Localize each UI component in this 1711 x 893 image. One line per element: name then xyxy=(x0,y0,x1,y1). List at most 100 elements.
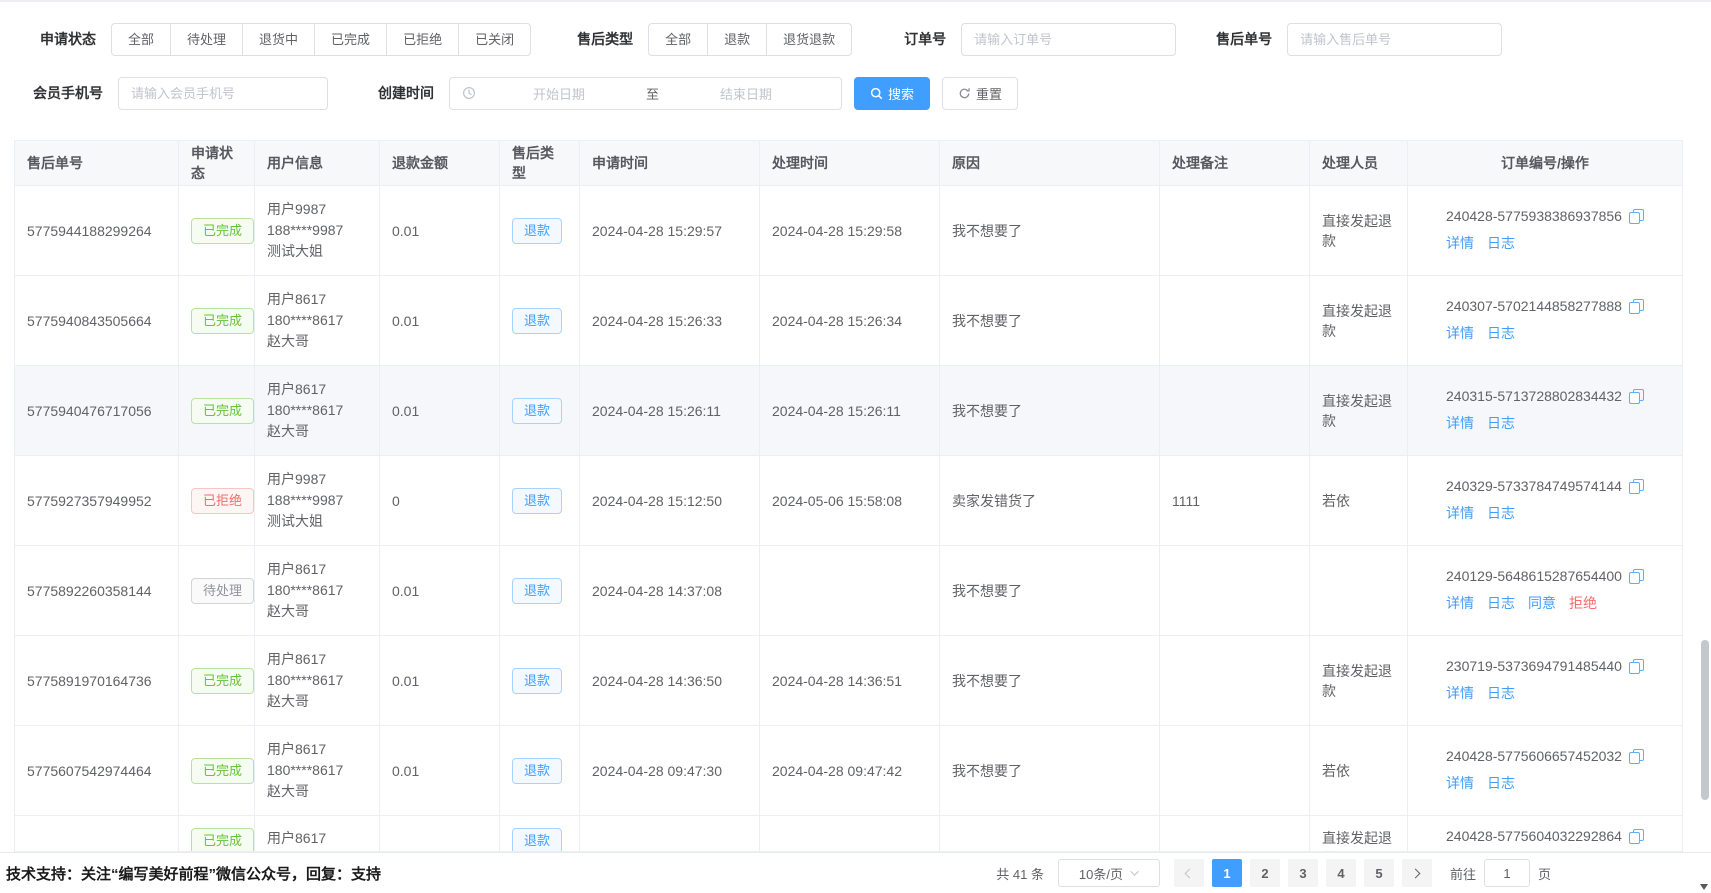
handle-remark xyxy=(1160,636,1310,726)
type-filter-option[interactable]: 退货退款 xyxy=(766,23,852,56)
apply-time: 2024-04-28 15:12:50 xyxy=(580,456,760,546)
order-no: 240315-5713728802834432 xyxy=(1446,388,1622,404)
copy-icon[interactable] xyxy=(1629,749,1644,764)
reset-button[interactable]: 重置 xyxy=(942,77,1018,110)
column-header: 售后单号 xyxy=(15,141,179,186)
order-no-filter: 订单号 xyxy=(904,23,1176,56)
aftersale-no-input[interactable] xyxy=(1287,23,1502,56)
prev-page-button[interactable] xyxy=(1174,859,1204,887)
action-link-详情[interactable]: 详情 xyxy=(1446,683,1474,703)
end-date-input[interactable]: 结束日期 xyxy=(663,84,829,103)
aftersale-no-filter: 售后单号 xyxy=(1216,23,1502,56)
apply-time: 2024-04-28 09:47:30 xyxy=(580,726,760,816)
page-number-list: 12345 xyxy=(1208,859,1398,887)
user-info-line: 180****8617 xyxy=(267,670,343,691)
type-filter-option[interactable]: 全部 xyxy=(648,23,708,56)
apply-time xyxy=(580,816,760,852)
created-time-filter: 创建时间 开始日期 至 结束日期 xyxy=(378,77,842,110)
action-link-日志[interactable]: 日志 xyxy=(1487,413,1515,433)
action-link-详情[interactable]: 详情 xyxy=(1446,593,1474,613)
refund-amount: 0.01 xyxy=(380,276,500,366)
aftersale-no: 5775940843505664 xyxy=(15,276,179,366)
status-badge: 已完成 xyxy=(191,308,254,334)
date-range-picker[interactable]: 开始日期 至 结束日期 xyxy=(449,77,842,110)
action-link-日志[interactable]: 日志 xyxy=(1487,323,1515,343)
status-filter-option[interactable]: 已完成 xyxy=(314,23,387,56)
page-number-button[interactable]: 5 xyxy=(1364,859,1394,887)
vertical-scrollbar[interactable] xyxy=(1698,0,1711,893)
copy-icon[interactable] xyxy=(1629,479,1644,494)
action-link-日志[interactable]: 日志 xyxy=(1487,503,1515,523)
copy-icon[interactable] xyxy=(1629,569,1644,584)
action-link-日志[interactable]: 日志 xyxy=(1487,593,1515,613)
type-cell: 退款 xyxy=(500,456,580,546)
order-no-input[interactable] xyxy=(961,23,1176,56)
type-filter: 售后类型 全部退款退货退款 xyxy=(577,23,852,56)
page-number-button[interactable]: 2 xyxy=(1250,859,1280,887)
user-info-cell: 用户8617180****8617赵大哥 xyxy=(255,276,380,366)
copy-icon[interactable] xyxy=(1629,389,1644,404)
action-link-详情[interactable]: 详情 xyxy=(1446,233,1474,253)
scrollbar-thumb[interactable] xyxy=(1701,640,1709,800)
status-cell: 已完成 xyxy=(179,726,255,816)
reason: 我不想要了 xyxy=(940,186,1160,276)
action-link-日志[interactable]: 日志 xyxy=(1487,773,1515,793)
action-link-拒绝[interactable]: 拒绝 xyxy=(1569,593,1597,613)
handle-remark xyxy=(1160,546,1310,636)
action-link-详情[interactable]: 详情 xyxy=(1446,773,1474,793)
goto-page-unit: 页 xyxy=(1538,864,1551,883)
page-number-button[interactable]: 3 xyxy=(1288,859,1318,887)
search-button[interactable]: 搜索 xyxy=(854,77,930,110)
column-header: 售后类型 xyxy=(500,141,580,186)
order-box: 240428-5775604032292864 xyxy=(1446,828,1644,844)
order-box: 240428-5775606657452032详情日志 xyxy=(1446,748,1644,793)
column-header: 申请状态 xyxy=(179,141,255,186)
start-date-input[interactable]: 开始日期 xyxy=(476,84,642,103)
refund-amount: 0.01 xyxy=(380,366,500,456)
chevron-right-icon xyxy=(1411,868,1421,878)
user-info-line: 赵大哥 xyxy=(267,691,309,712)
goto-page-input[interactable] xyxy=(1484,859,1530,887)
action-link-详情[interactable]: 详情 xyxy=(1446,503,1474,523)
copy-icon[interactable] xyxy=(1629,659,1644,674)
user-info-line: 用户8617 xyxy=(267,289,326,310)
status-badge: 待处理 xyxy=(191,578,254,604)
order-no: 240428-5775938386937856 xyxy=(1446,208,1622,224)
apply-time: 2024-04-28 14:37:08 xyxy=(580,546,760,636)
status-filter-option[interactable]: 已关闭 xyxy=(458,23,531,56)
column-header: 原因 xyxy=(940,141,1160,186)
type-filter-option[interactable]: 退款 xyxy=(707,23,767,56)
status-filter-option[interactable]: 已拒绝 xyxy=(386,23,459,56)
copy-icon[interactable] xyxy=(1629,829,1644,844)
action-link-详情[interactable]: 详情 xyxy=(1446,413,1474,433)
status-cell: 已拒绝 xyxy=(179,456,255,546)
status-filter-option[interactable]: 待处理 xyxy=(170,23,243,56)
type-cell: 退款 xyxy=(500,366,580,456)
copy-icon[interactable] xyxy=(1629,209,1644,224)
order-no: 240307-5702144858277888 xyxy=(1446,298,1622,314)
aftersale-type-badge: 退款 xyxy=(512,398,562,424)
action-link-详情[interactable]: 详情 xyxy=(1446,323,1474,343)
handler: 若依 xyxy=(1310,726,1408,816)
user-info-line: 188****9987 xyxy=(267,220,343,241)
action-link-日志[interactable]: 日志 xyxy=(1487,683,1515,703)
handler: 若依 xyxy=(1310,456,1408,546)
next-page-button[interactable] xyxy=(1402,859,1432,887)
scrollbar-down-arrow[interactable] xyxy=(1700,884,1708,890)
action-link-同意[interactable]: 同意 xyxy=(1528,593,1556,613)
page-number-button[interactable]: 1 xyxy=(1212,859,1242,887)
user-info-line: 赵大哥 xyxy=(267,601,309,622)
table-header-row: 售后单号申请状态用户信息退款金额售后类型申请时间处理时间原因处理备注处理人员订单… xyxy=(15,141,1682,186)
order-no: 240329-5733784749574144 xyxy=(1446,478,1622,494)
status-filter-label: 申请状态 xyxy=(40,29,96,49)
page-number-button[interactable]: 4 xyxy=(1326,859,1356,887)
status-filter-option[interactable]: 全部 xyxy=(111,23,171,56)
phone-input[interactable] xyxy=(118,77,328,110)
page-size-value: 10条/页 xyxy=(1079,864,1123,883)
copy-icon[interactable] xyxy=(1629,299,1644,314)
action-link-日志[interactable]: 日志 xyxy=(1487,233,1515,253)
status-filter-option[interactable]: 退货中 xyxy=(242,23,315,56)
order-no-line: 240428-5775938386937856 xyxy=(1446,208,1644,224)
page-size-select[interactable]: 10条/页 xyxy=(1058,859,1160,887)
search-button-label: 搜索 xyxy=(888,84,914,103)
